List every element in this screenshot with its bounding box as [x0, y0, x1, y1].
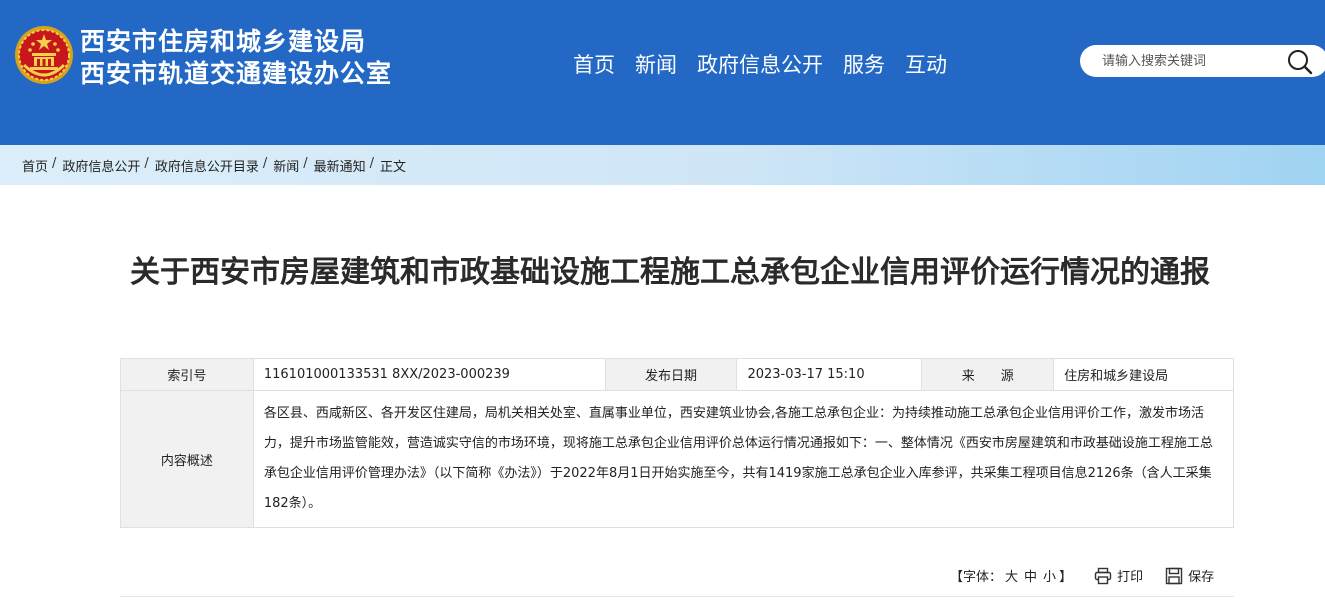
- save-button[interactable]: 保存: [1165, 566, 1214, 585]
- meta-summary-label: 内容概述: [120, 390, 254, 528]
- meta-source-value: 住房和城乡建设局: [1053, 358, 1234, 391]
- meta-date-value: 2023-03-17 15:10: [736, 358, 923, 391]
- breadcrumb-separator: /: [52, 156, 57, 171]
- search-input[interactable]: [1102, 45, 1292, 77]
- font-size-suffix: 】: [1059, 570, 1073, 585]
- breadcrumb-home[interactable]: 首页: [22, 156, 48, 175]
- site-name-line2: 西安市轨道交通建设办公室: [80, 59, 393, 88]
- save-label: 保存: [1188, 570, 1215, 585]
- breadcrumb-latest-notice[interactable]: 最新通知: [314, 156, 366, 175]
- font-size-medium-button[interactable]: 中: [1024, 566, 1037, 585]
- meta-source-label: 来 源: [921, 358, 1055, 391]
- meta-index-label: 索引号: [120, 358, 254, 391]
- nav-gov-info[interactable]: 政府信息公开: [697, 50, 823, 80]
- breadcrumb-bar: 首页 / 政府信息公开 / 政府信息公开目录 / 新闻 / 最新通知 / 正文: [0, 145, 1325, 185]
- article-toolbar: 【字体： 大 中 小 】 打印 保存: [950, 566, 1214, 585]
- save-icon: [1165, 567, 1183, 584]
- meta-index-value: 116101000133531 8XX/2023-000239: [252, 358, 606, 391]
- main-nav: 首页 新闻 政府信息公开 服务 互动: [573, 50, 947, 80]
- font-size-control: 【字体： 大 中 小 】: [950, 566, 1072, 585]
- font-size-small-button[interactable]: 小: [1043, 566, 1056, 585]
- nav-interaction[interactable]: 互动: [905, 50, 947, 80]
- breadcrumb-gov-info-catalog[interactable]: 政府信息公开目录: [155, 156, 259, 175]
- site-name[interactable]: 西安市住房和城乡建设局 西安市轨道交通建设办公室: [80, 26, 392, 90]
- breadcrumb-news[interactable]: 新闻: [273, 156, 299, 175]
- nav-service[interactable]: 服务: [843, 50, 885, 80]
- meta-date-label: 发布日期: [604, 358, 738, 391]
- meta-summary-value: 各区县、西咸新区、各开发区住建局，局机关相关处室、直属事业单位，西安建筑业协会,…: [252, 390, 1235, 528]
- nav-news[interactable]: 新闻: [635, 50, 677, 80]
- site-name-line1: 西安市住房和城乡建设局: [80, 27, 367, 56]
- breadcrumb-separator: /: [369, 156, 375, 171]
- font-size-prefix: 【字体：: [950, 570, 1003, 585]
- site-header: 西安市住房和城乡建设局 西安市轨道交通建设办公室 首页 新闻 政府信息公开 服务…: [0, 0, 1325, 145]
- breadcrumb: 首页 / 政府信息公开 / 政府信息公开目录 / 新闻 / 最新通知 / 正文: [22, 156, 406, 175]
- national-emblem-icon[interactable]: [14, 25, 74, 85]
- font-size-large-button[interactable]: 大: [1005, 566, 1018, 585]
- breadcrumb-separator: /: [303, 156, 308, 171]
- breadcrumb-separator: /: [262, 156, 268, 171]
- print-label: 打印: [1117, 570, 1144, 585]
- breadcrumb-gov-info[interactable]: 政府信息公开: [62, 156, 140, 175]
- printer-icon: [1094, 567, 1112, 584]
- divider: [120, 596, 1234, 597]
- nav-home[interactable]: 首页: [573, 50, 615, 80]
- article-title: 关于西安市房屋建筑和市政基础设施工程施工总承包企业信用评价运行情况的通报: [130, 255, 1210, 290]
- print-button[interactable]: 打印: [1094, 566, 1143, 585]
- search-icon[interactable]: [1286, 48, 1314, 76]
- breadcrumb-separator: /: [144, 156, 149, 171]
- breadcrumb-current: 正文: [380, 160, 407, 175]
- article-meta-table: 索引号 116101000133531 8XX/2023-000239 发布日期…: [120, 358, 1235, 528]
